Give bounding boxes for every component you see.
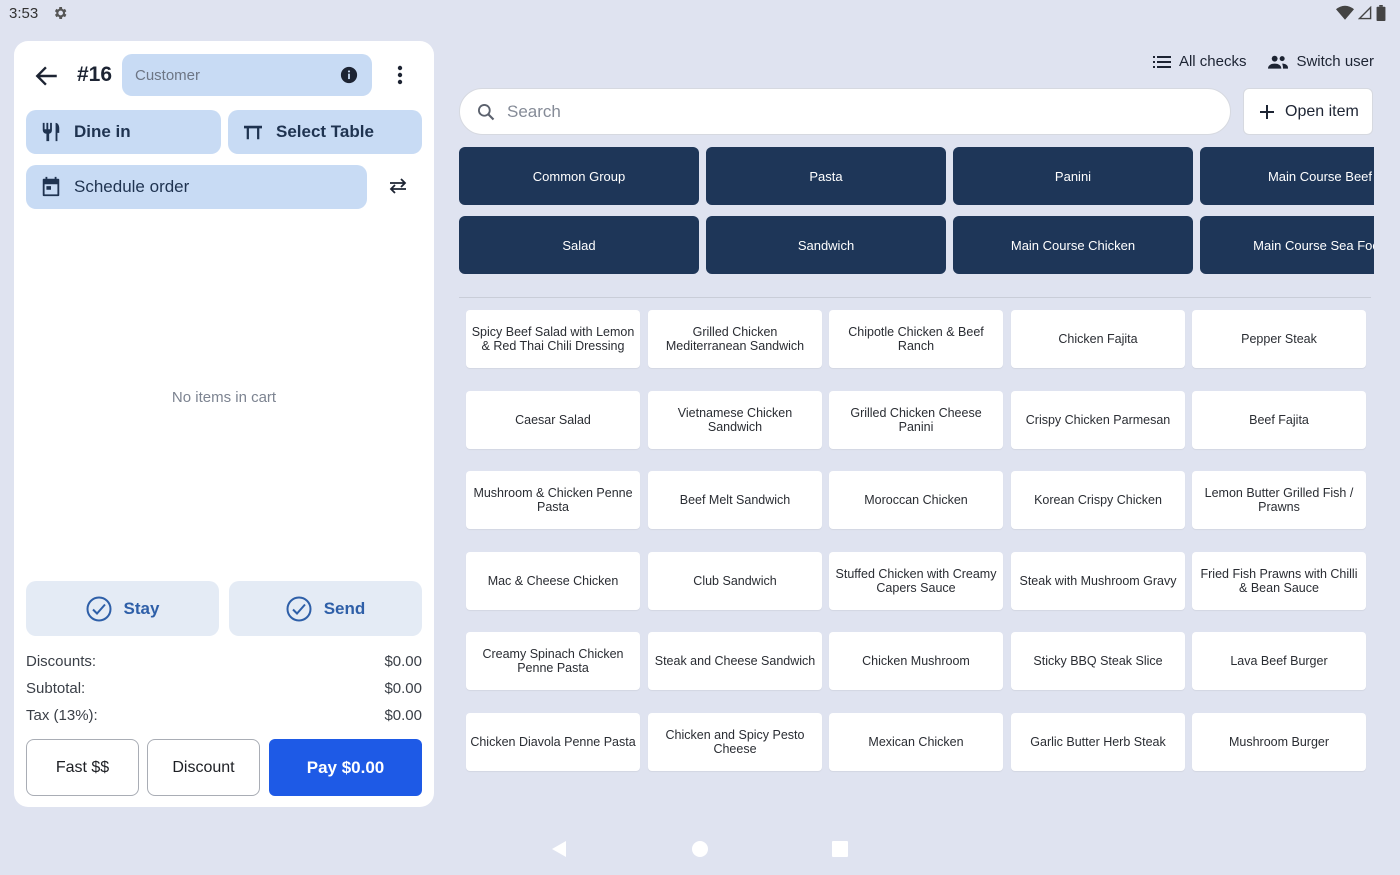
customer-field[interactable]: Customer — [122, 54, 372, 96]
group-main-course-chicken[interactable]: Main Course Chicken — [953, 216, 1193, 274]
search-input[interactable] — [507, 99, 1207, 125]
group-main-course-sea-food[interactable]: Main Course Sea Food — [1200, 216, 1374, 274]
header-links: All checks Switch user — [1152, 53, 1374, 70]
back-arrow-icon[interactable] — [34, 63, 60, 89]
dine-in-label: Dine in — [74, 122, 131, 141]
open-item-button[interactable]: Open item — [1243, 88, 1373, 135]
menu-item[interactable]: Spicy Beef Salad with Lemon & Red Thai C… — [466, 310, 640, 368]
payment-actions: Fast $$ Discount Pay $0.00 — [26, 739, 422, 796]
menu-item[interactable]: Chicken Mushroom — [829, 632, 1003, 690]
search-icon — [478, 104, 495, 121]
totals-row-subtotal: Subtotal: $0.00 — [26, 680, 422, 697]
gear-icon — [54, 7, 67, 19]
menu-item[interactable]: Chicken Fajita — [1011, 310, 1185, 368]
fast-cash-button[interactable]: Fast $$ — [26, 739, 139, 796]
swap-icon[interactable] — [388, 178, 408, 194]
status-time: 3:53 — [9, 5, 39, 22]
all-checks-link[interactable]: All checks — [1152, 53, 1247, 70]
menu-item[interactable]: Moroccan Chicken — [829, 471, 1003, 529]
signal-icon — [1358, 6, 1372, 20]
select-table-label: Select Table — [276, 122, 374, 141]
menu-item[interactable]: Mac & Cheese Chicken — [466, 552, 640, 610]
group-salad[interactable]: Salad — [459, 216, 699, 274]
send-button[interactable]: Send — [229, 581, 422, 636]
nav-back-icon[interactable] — [551, 840, 567, 858]
battery-icon — [1376, 5, 1386, 21]
more-options-icon[interactable] — [392, 63, 408, 87]
select-table-button[interactable]: Select Table — [228, 110, 422, 154]
menu-item[interactable]: Chicken and Spicy Pesto Cheese — [648, 713, 822, 771]
plus-icon — [1260, 104, 1274, 119]
group-panini[interactable]: Panini — [953, 147, 1193, 205]
totals-row-discounts: Discounts: $0.00 — [26, 653, 422, 670]
menu-item[interactable]: Stuffed Chicken with Creamy Capers Sauce — [829, 552, 1003, 610]
list-icon — [1152, 55, 1171, 68]
menu-item[interactable]: Vietnamese Chicken Sandwich — [648, 391, 822, 449]
wifi-icon — [1336, 5, 1354, 20]
check-circle-icon — [286, 596, 312, 621]
menu-item[interactable]: Crispy Chicken Parmesan — [1011, 391, 1185, 449]
menu-item[interactable]: Steak with Mushroom Gravy — [1011, 552, 1185, 610]
totals-row-tax: Tax (13%): $0.00 — [26, 707, 422, 724]
switch-user-label: Switch user — [1296, 53, 1374, 70]
menu-item[interactable]: Creamy Spinach Chicken Penne Pasta — [466, 632, 640, 690]
menu-item[interactable]: Lemon Butter Grilled Fish / Prawns — [1192, 471, 1366, 529]
menu-item[interactable]: Chipotle Chicken & Beef Ranch — [829, 310, 1003, 368]
nav-recents-icon[interactable] — [832, 841, 848, 857]
calendar-icon — [42, 176, 60, 197]
menu-item[interactable]: Beef Fajita — [1192, 391, 1366, 449]
menu-item[interactable]: Lava Beef Burger — [1192, 632, 1366, 690]
stay-label: Stay — [123, 598, 160, 618]
send-label: Send — [323, 598, 366, 618]
group-sandwich[interactable]: Sandwich — [706, 216, 946, 274]
pay-button[interactable]: Pay $0.00 — [269, 739, 422, 796]
group-common-group[interactable]: Common Group — [459, 147, 699, 205]
menu-item[interactable]: Chicken Diavola Penne Pasta — [466, 713, 640, 771]
menu-item[interactable]: Mushroom Burger — [1192, 713, 1366, 771]
check-circle-icon — [86, 596, 112, 621]
category-groups: Common Group Pasta Panini Main Course Be… — [459, 147, 1374, 275]
divider — [459, 297, 1371, 298]
menu-item[interactable]: Pepper Steak — [1192, 310, 1366, 368]
search-bar — [459, 88, 1231, 135]
status-icons — [1336, 5, 1386, 21]
menu-item[interactable]: Sticky BBQ Steak Slice — [1011, 632, 1185, 690]
nav-home-icon[interactable] — [691, 840, 709, 858]
dine-in-button[interactable]: Dine in — [26, 110, 221, 154]
open-item-label: Open item — [1285, 102, 1359, 120]
customer-placeholder: Customer — [135, 67, 201, 84]
group-pasta[interactable]: Pasta — [706, 147, 946, 205]
menu-item[interactable]: Grilled Chicken Cheese Panini — [829, 391, 1003, 449]
group-main-course-beef[interactable]: Main Course Beef — [1200, 147, 1374, 205]
fork-knife-icon — [42, 122, 60, 142]
menu-item[interactable]: Steak and Cheese Sandwich — [648, 632, 822, 690]
order-panel: #16 Customer Dine in Select Table Schedu… — [14, 41, 434, 807]
people-icon — [1268, 55, 1289, 69]
menu-item[interactable]: Mexican Chicken — [829, 713, 1003, 771]
menu-item[interactable]: Korean Crispy Chicken — [1011, 471, 1185, 529]
info-icon[interactable] — [340, 66, 358, 84]
stay-button[interactable]: Stay — [26, 581, 219, 636]
schedule-order-label: Schedule order — [74, 177, 190, 196]
menu-item[interactable]: Beef Melt Sandwich — [648, 471, 822, 529]
all-checks-label: All checks — [1178, 53, 1247, 70]
status-bar: 3:53 — [0, 0, 1400, 28]
totals-summary: Discounts: $0.00 Subtotal: $0.00 Tax (13%)… — [26, 653, 422, 734]
schedule-order-button[interactable]: Schedule order — [26, 165, 367, 209]
empty-cart-message: No items in cart — [171, 389, 277, 406]
table-icon — [244, 125, 262, 140]
menu-item[interactable]: Mushroom & Chicken Penne Pasta — [466, 471, 640, 529]
discount-button[interactable]: Discount — [147, 739, 260, 796]
switch-user-link[interactable]: Switch user — [1268, 53, 1374, 70]
order-number: #16 — [77, 63, 113, 86]
menu-item[interactable]: Garlic Butter Herb Steak — [1011, 713, 1185, 771]
menu-item[interactable]: Club Sandwich — [648, 552, 822, 610]
navigation-bar — [0, 832, 1400, 866]
menu-item[interactable]: Caesar Salad — [466, 391, 640, 449]
menu-item[interactable]: Grilled Chicken Mediterranean Sandwich — [648, 310, 822, 368]
menu-item[interactable]: Fried Fish Prawns with Chilli & Bean Sau… — [1192, 552, 1366, 610]
